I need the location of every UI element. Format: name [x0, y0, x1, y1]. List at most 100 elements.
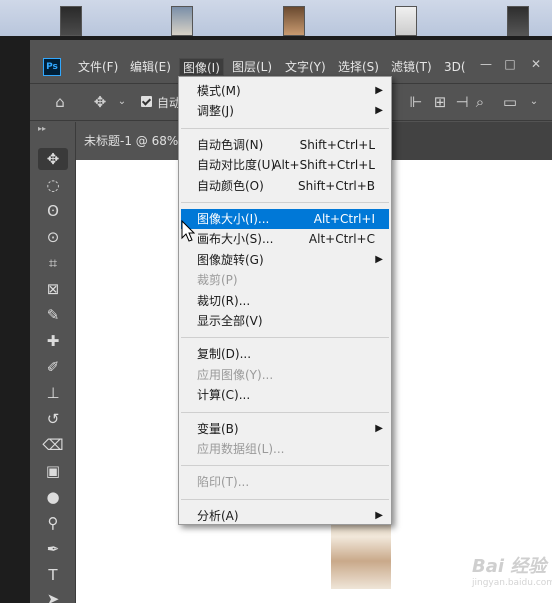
screen: Ps 文件(F) 编辑(E) 图像(I) 图层(L) 文字(Y) 选择(S) 滤…: [0, 0, 552, 603]
image-menu-item-label: 调整(J): [197, 104, 234, 119]
image-menu-item[interactable]: 自动颜色(O) Shift+Ctrl+B: [181, 176, 389, 196]
type-tool-icon[interactable]: T: [38, 564, 68, 586]
window-thumbnail[interactable]: [507, 6, 529, 36]
desktop-taskbar-strip: [0, 0, 552, 36]
watermark-url: jingyan.baidu.com: [472, 578, 552, 588]
photoshop-logo-icon: Ps: [43, 58, 61, 76]
menu-3d[interactable]: 3D(: [444, 58, 466, 76]
image-menu-item-label: 计算(C)...: [197, 388, 251, 403]
image-menu-item: 裁剪(P): [181, 270, 389, 290]
image-menu-item-label: 变量(B): [197, 421, 239, 436]
path-selection-icon[interactable]: ➤: [38, 588, 68, 603]
align-center-icon[interactable]: ⊞: [430, 92, 450, 112]
collapse-icon[interactable]: ▸▸: [38, 122, 68, 136]
menu-select[interactable]: 选择(S): [338, 58, 379, 76]
menu-separator: [181, 337, 389, 339]
image-menu-dropdown: 模式(M) ▶ 调整(J) ▶ 自动色调(N) Shift+Ctrl+L 自动对比度(U) A…: [178, 76, 392, 525]
image-menu-item-shortcut: Shift+Ctrl+L: [299, 137, 375, 152]
image-menu-item-label: 陷印(T)...: [197, 475, 250, 490]
window-thumbnail[interactable]: [60, 6, 82, 36]
image-menu-item-label: 裁剪(P): [197, 273, 238, 288]
chevron-down-icon[interactable]: ⌄: [112, 92, 132, 112]
submenu-arrow-icon: ▶: [375, 85, 383, 96]
mouse-cursor-icon: [181, 220, 195, 242]
move-tool-icon[interactable]: ✥: [38, 148, 68, 170]
image-menu-item-label: 自动对比度(U): [197, 158, 276, 173]
document-tab[interactable]: 未标题-1 @ 68%: [76, 122, 187, 160]
search-icon[interactable]: ⌕: [470, 92, 490, 112]
home-icon[interactable]: ⌂: [50, 92, 70, 112]
menu-file[interactable]: 文件(F): [78, 58, 118, 76]
image-menu-item[interactable]: 自动对比度(U) Alt+Shift+Ctrl+L: [181, 155, 389, 175]
elliptical-marquee-icon[interactable]: ◌: [38, 174, 68, 196]
image-menu-item[interactable]: 分析(A) ▶: [181, 506, 389, 526]
image-menu-item[interactable]: 变量(B) ▶: [181, 419, 389, 439]
submenu-arrow-icon: ▶: [375, 253, 383, 265]
image-menu-item[interactable]: 图像大小(I)... Alt+Ctrl+I: [181, 209, 389, 229]
menu-layer[interactable]: 图层(L): [232, 58, 272, 76]
image-menu-item-shortcut: Alt+Ctrl+C: [308, 232, 375, 247]
image-menu-item-label: 自动颜色(O): [197, 178, 264, 193]
menu-separator: [181, 498, 389, 500]
image-menu-item-shortcut: Alt+Shift+Ctrl+L: [273, 158, 375, 173]
image-menu-item: 应用图像(Y)...: [181, 365, 389, 385]
lasso-icon[interactable]: ʘ: [38, 200, 68, 222]
healing-brush-icon[interactable]: ✚: [38, 330, 68, 352]
menu-edit[interactable]: 编辑(E): [130, 58, 171, 76]
image-menu-item-shortcut: Shift+Ctrl+B: [298, 178, 375, 193]
image-menu-item-shortcut: Alt+Ctrl+I: [313, 212, 375, 226]
image-menu-item[interactable]: 计算(C)...: [181, 385, 389, 405]
window-thumbnail[interactable]: [171, 6, 193, 36]
image-menu-item-label: 复制(D)...: [197, 347, 252, 362]
image-menu-item-label: 裁切(R)...: [197, 293, 251, 308]
menu-type[interactable]: 文字(Y): [285, 58, 326, 76]
image-menu-item[interactable]: 自动色调(N) Shift+Ctrl+L: [181, 135, 389, 155]
pen-icon[interactable]: ✒: [38, 538, 68, 560]
auto-select-checkbox[interactable]: [141, 96, 152, 107]
menu-separator: [181, 202, 389, 203]
close-icon[interactable]: ✕: [526, 58, 546, 70]
brush-icon[interactable]: ✐: [38, 356, 68, 378]
image-menu-item[interactable]: 模式(M) ▶: [181, 81, 389, 101]
submenu-arrow-icon: ▶: [375, 422, 383, 434]
eyedropper-icon[interactable]: ✎: [38, 304, 68, 326]
image-menu-item[interactable]: 复制(D)...: [181, 344, 389, 364]
window-thumbnail[interactable]: [395, 6, 417, 36]
menu-image[interactable]: 图像(I): [179, 58, 224, 76]
quick-selection-icon[interactable]: ⊙: [38, 226, 68, 248]
move-tool-preset-icon[interactable]: ✥: [90, 92, 110, 112]
image-menu-item: 应用数据组(L)...: [181, 439, 389, 459]
image-menu-item-label: 应用图像(Y)...: [197, 367, 274, 382]
submenu-arrow-icon: ▶: [375, 509, 383, 521]
image-menu-item[interactable]: 画布大小(S)... Alt+Ctrl+C: [181, 229, 389, 249]
dodge-icon[interactable]: ⚲: [38, 512, 68, 534]
window-thumbnail[interactable]: [283, 6, 305, 36]
chevron-down-icon[interactable]: ⌄: [524, 92, 544, 112]
image-menu-item-label: 图像大小(I)...: [197, 212, 270, 226]
clone-stamp-icon[interactable]: ⊥: [38, 382, 68, 404]
crop-icon[interactable]: ⌗: [38, 252, 68, 274]
align-right-icon[interactable]: ⊣: [452, 92, 472, 112]
image-menu-item[interactable]: 显示全部(V): [181, 311, 389, 331]
maximize-icon[interactable]: □: [500, 58, 520, 70]
tools-panel: ▸▸ ✥ ◌ ʘ ⊙ ⌗ ⊠ ✎ ✚ ✐ ⊥ ↺ ⌫ ▣ ● ⚲ ✒ T ➤: [30, 122, 76, 603]
history-brush-icon[interactable]: ↺: [38, 408, 68, 430]
watermark-logo: Bai 经验 jingyan.baidu.com: [472, 557, 552, 589]
image-menu-item[interactable]: 裁切(R)...: [181, 291, 389, 311]
image-menu-item: 陷印(T)...: [181, 472, 389, 492]
frame-icon[interactable]: ⊠: [38, 278, 68, 300]
image-menu-item[interactable]: 图像旋转(G) ▶: [181, 250, 389, 270]
image-menu-item-label: 图像旋转(G): [197, 252, 264, 267]
gradient-icon[interactable]: ▣: [38, 460, 68, 482]
eraser-icon[interactable]: ⌫: [38, 434, 68, 456]
blur-icon[interactable]: ●: [38, 486, 68, 508]
menu-separator: [181, 465, 389, 467]
menu-filter[interactable]: 滤镜(T): [391, 58, 432, 76]
image-menu-item[interactable]: 调整(J) ▶: [181, 101, 389, 121]
image-menu-item-label: 模式(M): [197, 84, 241, 98]
image-menu-item-label: 显示全部(V): [197, 314, 263, 328]
minimize-icon[interactable]: —: [476, 58, 496, 70]
workspace-icon[interactable]: ▭: [500, 92, 520, 112]
align-left-icon[interactable]: ⊩: [406, 92, 426, 112]
menu-separator: [181, 411, 389, 413]
